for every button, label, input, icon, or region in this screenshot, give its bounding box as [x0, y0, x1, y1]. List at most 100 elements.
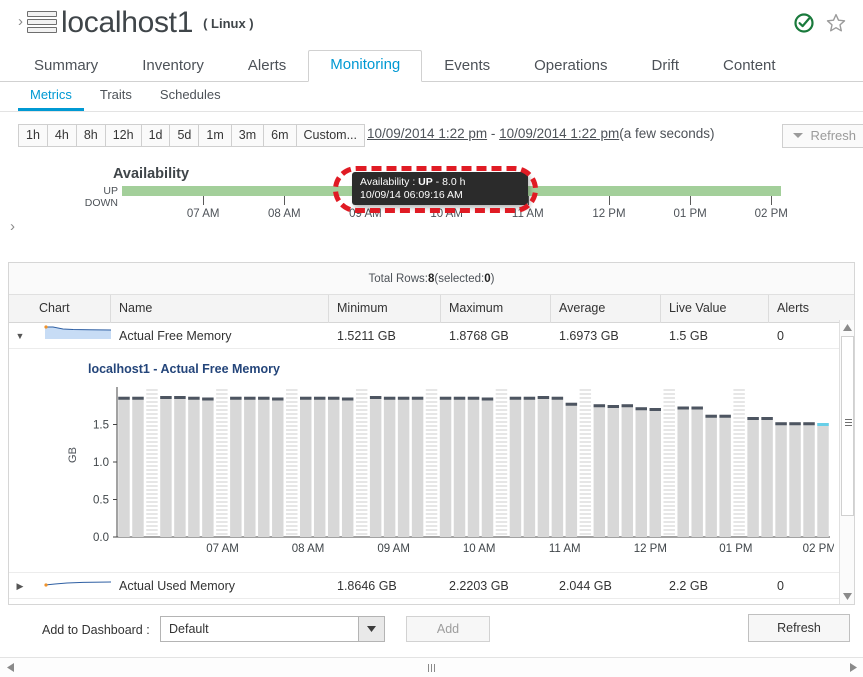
- chart-bar[interactable]: [342, 398, 353, 538]
- chart-bar-nodata[interactable]: [496, 389, 507, 535]
- chart-bar[interactable]: [524, 397, 535, 537]
- chart-bar-nodata[interactable]: [426, 389, 437, 535]
- th-live-value[interactable]: Live Value: [661, 295, 769, 323]
- th-average[interactable]: Average: [551, 295, 661, 323]
- chart-bar[interactable]: [230, 397, 241, 537]
- scroll-right-icon[interactable]: [843, 663, 863, 672]
- check-circle-icon[interactable]: [793, 12, 815, 39]
- range-button-1d[interactable]: 1d: [141, 124, 170, 147]
- range-button-custom[interactable]: Custom...: [296, 124, 366, 147]
- chart-bar[interactable]: [132, 397, 143, 537]
- chart-bar[interactable]: [636, 407, 647, 537]
- tab-inventory[interactable]: Inventory: [120, 51, 226, 82]
- chart-bar[interactable]: [370, 396, 381, 537]
- range-button-3m[interactable]: 3m: [231, 124, 263, 147]
- chart-bar[interactable]: [272, 398, 283, 538]
- range-button-6m[interactable]: 6m: [263, 124, 295, 147]
- chart-bar-nodata[interactable]: [146, 389, 157, 535]
- chart-bar[interactable]: [258, 397, 269, 537]
- chart-bar-nodata[interactable]: [286, 389, 297, 535]
- row-expander-icon[interactable]: ▶: [9, 573, 31, 599]
- chart-bar[interactable]: [328, 397, 339, 537]
- tab-content[interactable]: Content: [701, 51, 798, 82]
- vertical-scrollbar[interactable]: [839, 320, 854, 604]
- chart-bar[interactable]: [412, 397, 423, 537]
- tab-monitoring[interactable]: Monitoring: [308, 50, 422, 82]
- chart-bar[interactable]: [775, 422, 786, 537]
- horizontal-scrollbar[interactable]: [0, 657, 863, 677]
- chart-bar[interactable]: [314, 397, 325, 537]
- caret-down-icon[interactable]: [358, 617, 384, 641]
- chart-bar[interactable]: [244, 397, 255, 537]
- tab-events[interactable]: Events: [422, 51, 512, 82]
- range-button-8h[interactable]: 8h: [76, 124, 105, 147]
- th-minimum[interactable]: Minimum: [329, 295, 441, 323]
- table-row[interactable]: ▼ Actual Free Memory 1.5211 GB 1.8768 GB…: [9, 323, 854, 349]
- chart-bar[interactable]: [300, 397, 311, 537]
- chart-bar[interactable]: [468, 397, 479, 537]
- left-panel-expander[interactable]: ›: [10, 218, 15, 235]
- chart-bar[interactable]: [691, 407, 702, 538]
- chart-bar[interactable]: [747, 417, 758, 537]
- tab-summary[interactable]: Summary: [12, 51, 120, 82]
- range-button-1m[interactable]: 1m: [198, 124, 230, 147]
- range-button-1h[interactable]: 1h: [18, 124, 47, 147]
- th-alerts[interactable]: Alerts: [769, 295, 847, 323]
- row-sparkline[interactable]: [31, 573, 111, 599]
- refresh-button[interactable]: Refresh: [748, 614, 850, 642]
- chart-bar-nodata[interactable]: [216, 389, 227, 535]
- chart-bar[interactable]: [188, 397, 199, 537]
- chart-bar[interactable]: [622, 404, 633, 537]
- subtab-traits[interactable]: Traits: [88, 83, 144, 111]
- chart-bar[interactable]: [817, 423, 828, 537]
- chart-bar[interactable]: [384, 397, 395, 537]
- range-button-4h[interactable]: 4h: [47, 124, 76, 147]
- tab-operations[interactable]: Operations: [512, 51, 629, 82]
- chart-bar[interactable]: [160, 396, 171, 537]
- range-button-12h[interactable]: 12h: [105, 124, 141, 147]
- subtab-metrics[interactable]: Metrics: [18, 83, 84, 111]
- tab-drift[interactable]: Drift: [630, 51, 702, 82]
- tab-alerts[interactable]: Alerts: [226, 51, 308, 82]
- chart-bar-nodata[interactable]: [580, 389, 591, 535]
- row-sparkline[interactable]: [31, 323, 111, 349]
- chart-bar-nodata[interactable]: [356, 389, 367, 535]
- chart-bar[interactable]: [719, 415, 730, 537]
- row-expander-icon[interactable]: ▼: [9, 323, 31, 349]
- chart-bar[interactable]: [677, 407, 688, 538]
- chart-bar-nodata[interactable]: [733, 389, 744, 535]
- chart-bar[interactable]: [454, 397, 465, 537]
- breadcrumb-chevron-icon[interactable]: ›: [18, 14, 23, 33]
- add-to-dashboard-button[interactable]: Add: [406, 616, 490, 642]
- scroll-left-icon[interactable]: [0, 663, 20, 672]
- chart-bar[interactable]: [608, 405, 619, 537]
- chart-bar[interactable]: [202, 398, 213, 538]
- chart-bar[interactable]: [552, 397, 563, 537]
- chart-bar[interactable]: [803, 422, 814, 537]
- chart-bar[interactable]: [118, 397, 129, 537]
- chart-bar[interactable]: [398, 397, 409, 537]
- chart-bar[interactable]: [594, 404, 605, 537]
- vertical-scrollbar-thumb[interactable]: [841, 336, 854, 516]
- chart-bar[interactable]: [566, 403, 577, 537]
- th-name[interactable]: Name: [111, 295, 329, 323]
- chart-bar[interactable]: [510, 397, 521, 537]
- chart-bar[interactable]: [440, 397, 451, 537]
- chart-bar[interactable]: [761, 417, 772, 537]
- th-maximum[interactable]: Maximum: [441, 295, 551, 323]
- chart-bar[interactable]: [650, 408, 661, 537]
- subtab-schedules[interactable]: Schedules: [148, 83, 233, 111]
- th-chart[interactable]: Chart: [31, 295, 111, 323]
- refresh-dropdown-button[interactable]: Refresh: [782, 124, 863, 148]
- chart-bar[interactable]: [538, 396, 549, 537]
- scroll-down-icon[interactable]: [840, 589, 855, 603]
- chart-bar[interactable]: [789, 422, 800, 537]
- star-icon[interactable]: [825, 12, 847, 39]
- chart-bar[interactable]: [482, 398, 493, 538]
- table-row[interactable]: ▶ Actual Used Memory 1.8646 GB 2.2203 GB…: [9, 573, 854, 599]
- scroll-up-icon[interactable]: [840, 320, 855, 334]
- chart-bar-nodata[interactable]: [663, 389, 674, 535]
- chart-bar[interactable]: [705, 415, 716, 537]
- dashboard-select[interactable]: Default: [160, 616, 385, 642]
- chart-canvas[interactable]: 0.00.51.01.507 AM08 AM09 AM10 AM11 AM12 …: [69, 381, 834, 559]
